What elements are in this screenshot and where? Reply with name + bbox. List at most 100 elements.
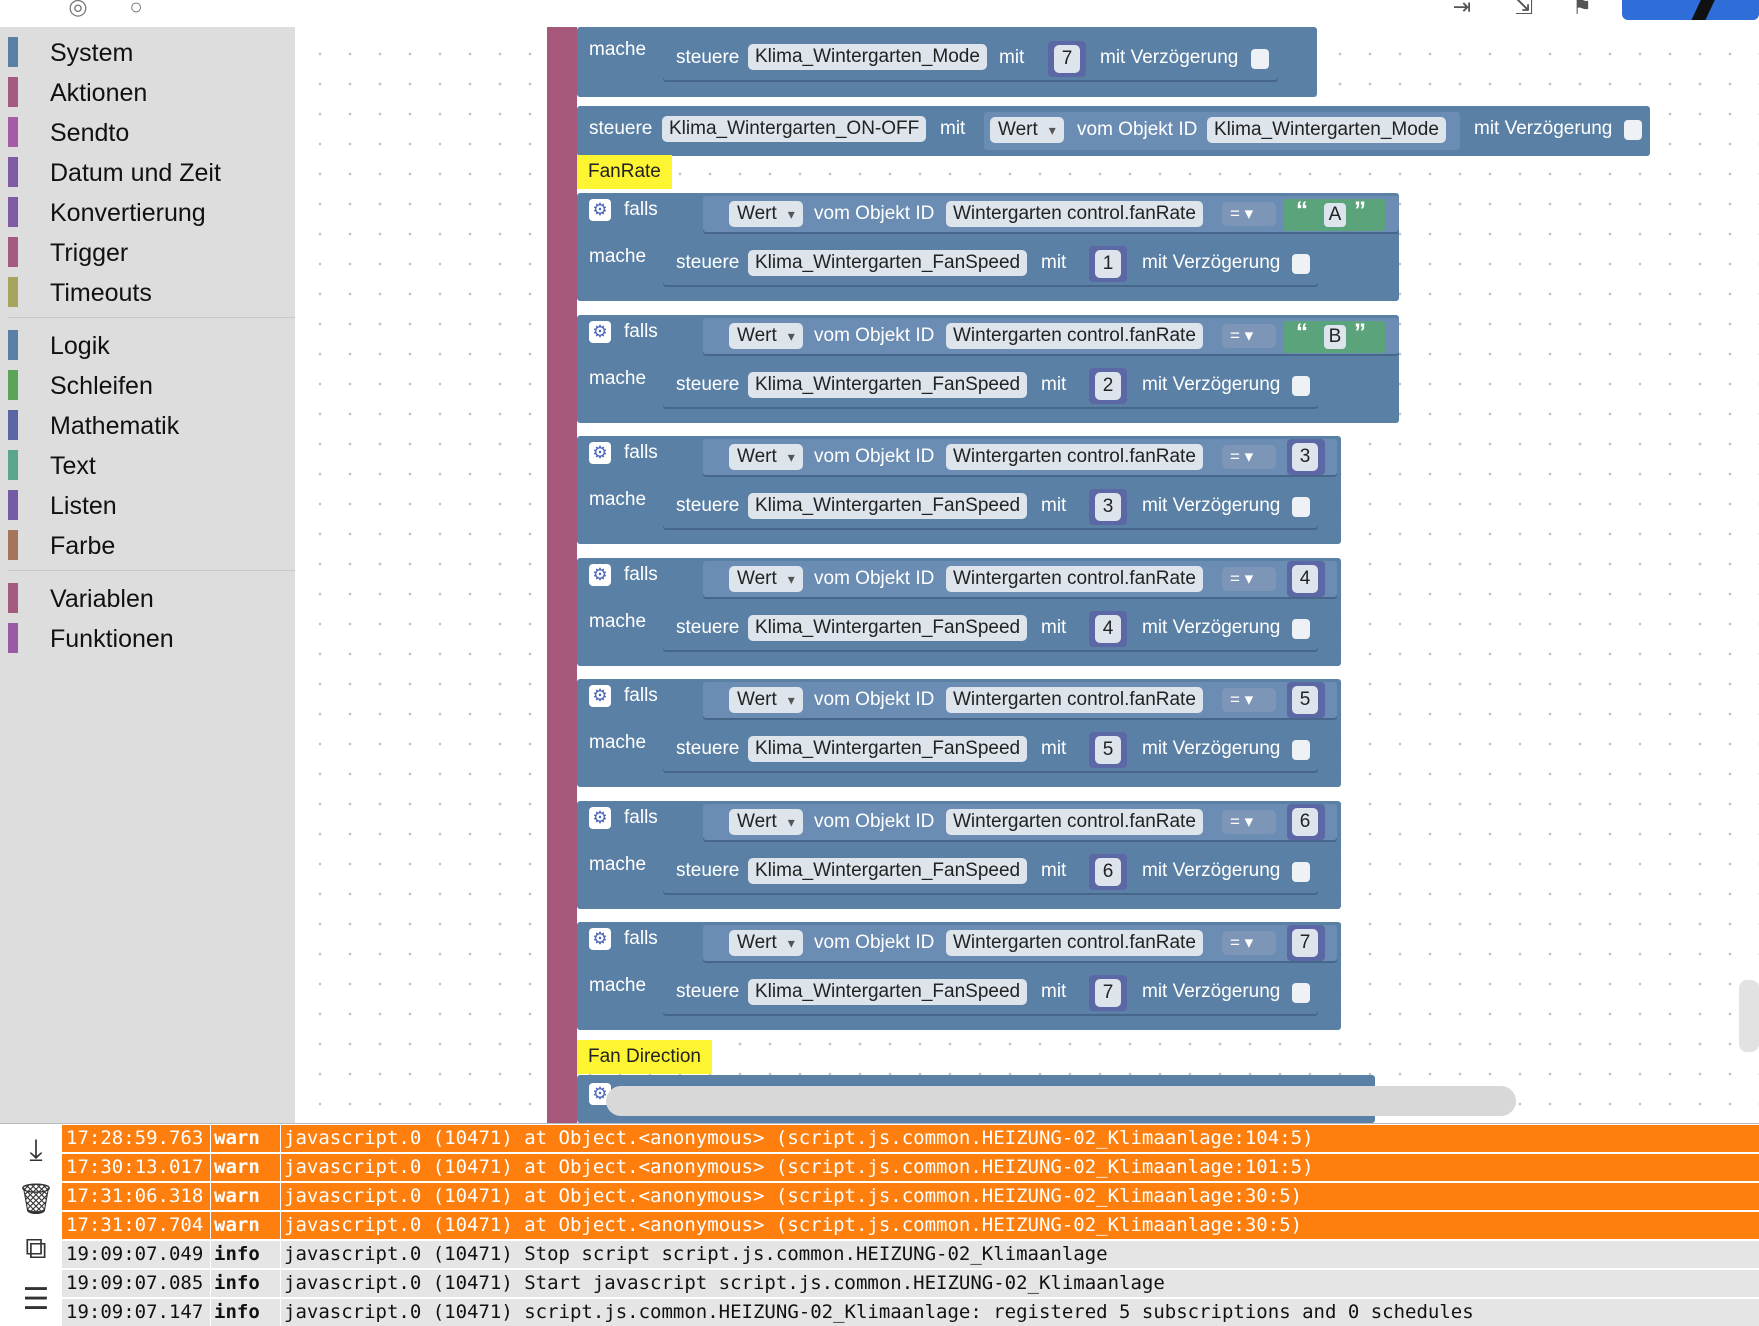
- toolbox-category-konvertierung[interactable]: Konvertierung: [8, 193, 295, 233]
- text-field[interactable]: A: [1324, 203, 1346, 227]
- object-selector[interactable]: Wintergarten control.fanRate: [946, 323, 1203, 349]
- gear-icon[interactable]: ⚙: [589, 199, 611, 221]
- operator-dropdown[interactable]: = ▾: [1222, 810, 1276, 834]
- log-message: javascript.0 (10471) at Object.<anonymou…: [284, 1214, 1303, 1236]
- number-field[interactable]: 5: [1095, 736, 1121, 764]
- value-dropdown[interactable]: Wert: [729, 930, 803, 956]
- operator-dropdown[interactable]: = ▾: [1222, 324, 1276, 348]
- gear-icon[interactable]: ⚙: [589, 564, 611, 586]
- trigger-block-spine[interactable]: [547, 27, 577, 1123]
- export-icon[interactable]: ⇥: [1446, 0, 1478, 20]
- toolbox-category-mathematik[interactable]: Mathematik: [8, 406, 295, 446]
- object-id-label: vom Objekt ID: [814, 811, 935, 832]
- object-selector[interactable]: Wintergarten control.fanRate: [946, 809, 1203, 835]
- log-message: javascript.0 (10471) Start javascript sc…: [284, 1272, 1165, 1294]
- object-selector[interactable]: Klima_Wintergarten_FanSpeed: [748, 493, 1028, 519]
- number-field[interactable]: 4: [1292, 565, 1318, 593]
- gear-icon[interactable]: ⚙: [589, 928, 611, 950]
- delay-checkbox[interactable]: [1292, 497, 1310, 517]
- scroll-down-icon[interactable]: ⤓: [14, 1134, 58, 1168]
- gear-icon[interactable]: ⚙: [589, 442, 611, 464]
- delay-checkbox[interactable]: [1624, 120, 1642, 140]
- delete-icon[interactable]: 🗑: [14, 1182, 58, 1217]
- list-icon[interactable]: ☰: [14, 1282, 58, 1317]
- value-dropdown[interactable]: Wert: [729, 687, 803, 713]
- comment-block[interactable]: FanRate: [577, 155, 672, 189]
- toolbox-category-datum-und-zeit[interactable]: Datum und Zeit: [8, 153, 295, 193]
- operator-dropdown[interactable]: = ▾: [1222, 688, 1276, 712]
- object-selector[interactable]: Klima_Wintergarten_Mode: [748, 44, 987, 70]
- operator-dropdown[interactable]: = ▾: [1222, 202, 1276, 226]
- number-field[interactable]: 3: [1292, 443, 1318, 471]
- delay-checkbox[interactable]: [1251, 49, 1269, 69]
- number-field[interactable]: 7: [1095, 979, 1121, 1007]
- toolbox-category-trigger[interactable]: Trigger: [8, 233, 295, 273]
- do-label: mache: [589, 489, 647, 510]
- object-selector[interactable]: Klima_Wintergarten_FanSpeed: [748, 372, 1028, 398]
- number-field[interactable]: 6: [1292, 808, 1318, 836]
- delay-checkbox[interactable]: [1292, 254, 1310, 274]
- value-dropdown[interactable]: Wert: [729, 201, 803, 227]
- vertical-scrollbar[interactable]: [1739, 980, 1759, 1052]
- toolbox-category-funktionen[interactable]: Funktionen: [8, 619, 295, 659]
- import-icon[interactable]: ⇲: [1508, 0, 1540, 20]
- gear-icon[interactable]: ⚙: [589, 807, 611, 829]
- toolbox-category-system[interactable]: System: [8, 33, 295, 73]
- toolbox-category-text[interactable]: Text: [8, 446, 295, 486]
- object-selector[interactable]: Klima_Wintergarten_FanSpeed: [748, 979, 1028, 1005]
- delay-checkbox[interactable]: [1292, 376, 1310, 396]
- object-selector[interactable]: Wintergarten control.fanRate: [946, 444, 1203, 470]
- copy-icon[interactable]: ⧉: [14, 1232, 58, 1266]
- operator-label: =: [1230, 690, 1240, 709]
- blockly-mode-badge[interactable]: [1622, 0, 1759, 20]
- toolbox-category-sendto[interactable]: Sendto: [8, 113, 295, 153]
- refresh-icon[interactable]: ○: [120, 0, 152, 20]
- object-selector[interactable]: Klima_Wintergarten_FanSpeed: [748, 858, 1028, 884]
- toolbox-category-listen[interactable]: Listen: [8, 486, 295, 526]
- text-field[interactable]: B: [1324, 325, 1346, 349]
- delay-checkbox[interactable]: [1292, 740, 1310, 760]
- object-selector[interactable]: Wintergarten control.fanRate: [946, 201, 1203, 227]
- operator-dropdown[interactable]: = ▾: [1222, 567, 1276, 591]
- number-field[interactable]: 4: [1095, 615, 1121, 643]
- operator-dropdown[interactable]: = ▾: [1222, 931, 1276, 955]
- object-selector[interactable]: Klima_Wintergarten_Mode: [1207, 117, 1446, 143]
- toolbox-category-logik[interactable]: Logik: [8, 326, 295, 366]
- value-dropdown[interactable]: Wert: [729, 323, 803, 349]
- object-selector[interactable]: Wintergarten control.fanRate: [946, 566, 1203, 592]
- delay-checkbox[interactable]: [1292, 619, 1310, 639]
- number-field[interactable]: 7: [1054, 45, 1080, 73]
- number-field[interactable]: 7: [1292, 929, 1318, 957]
- operator-dropdown[interactable]: = ▾: [1222, 445, 1276, 469]
- number-field[interactable]: 6: [1095, 858, 1121, 886]
- gear-icon[interactable]: ⚙: [589, 321, 611, 343]
- number-field[interactable]: 3: [1095, 493, 1121, 521]
- value-dropdown[interactable]: Wert: [729, 566, 803, 592]
- object-selector[interactable]: Klima_Wintergarten_FanSpeed: [748, 736, 1028, 762]
- object-selector[interactable]: Wintergarten control.fanRate: [946, 930, 1203, 956]
- delay-checkbox[interactable]: [1292, 862, 1310, 882]
- object-selector[interactable]: Wintergarten control.fanRate: [946, 687, 1203, 713]
- object-selector[interactable]: Klima_Wintergarten_FanSpeed: [748, 615, 1028, 641]
- target-icon[interactable]: ◎: [62, 0, 94, 20]
- comment-block[interactable]: Fan Direction: [577, 1040, 712, 1074]
- toolbox-category-variablen[interactable]: Variablen: [8, 579, 295, 619]
- value-dropdown[interactable]: Wert: [729, 444, 803, 470]
- gear-icon[interactable]: ⚙: [589, 685, 611, 707]
- category-label: Schleifen: [50, 372, 153, 400]
- horizontal-scrollbar[interactable]: [606, 1086, 1516, 1116]
- value-dropdown[interactable]: Wert: [990, 117, 1064, 143]
- number-field[interactable]: 1: [1095, 250, 1121, 278]
- toolbox-category-farbe[interactable]: Farbe: [8, 526, 295, 566]
- toolbox-category-schleifen[interactable]: Schleifen: [8, 366, 295, 406]
- object-selector[interactable]: Klima_Wintergarten_FanSpeed: [748, 250, 1028, 276]
- delay-checkbox[interactable]: [1292, 983, 1310, 1003]
- object-selector[interactable]: Klima_Wintergarten_ON-OFF: [662, 116, 927, 142]
- flag-icon[interactable]: ⚑: [1566, 0, 1598, 20]
- toolbox-category-timeouts[interactable]: Timeouts: [8, 273, 295, 313]
- toolbox-category-aktionen[interactable]: Aktionen: [8, 73, 295, 113]
- value-dropdown[interactable]: Wert: [729, 809, 803, 835]
- number-field[interactable]: 5: [1292, 686, 1318, 714]
- number-field[interactable]: 2: [1095, 372, 1121, 400]
- if-label: falls: [624, 928, 658, 949]
